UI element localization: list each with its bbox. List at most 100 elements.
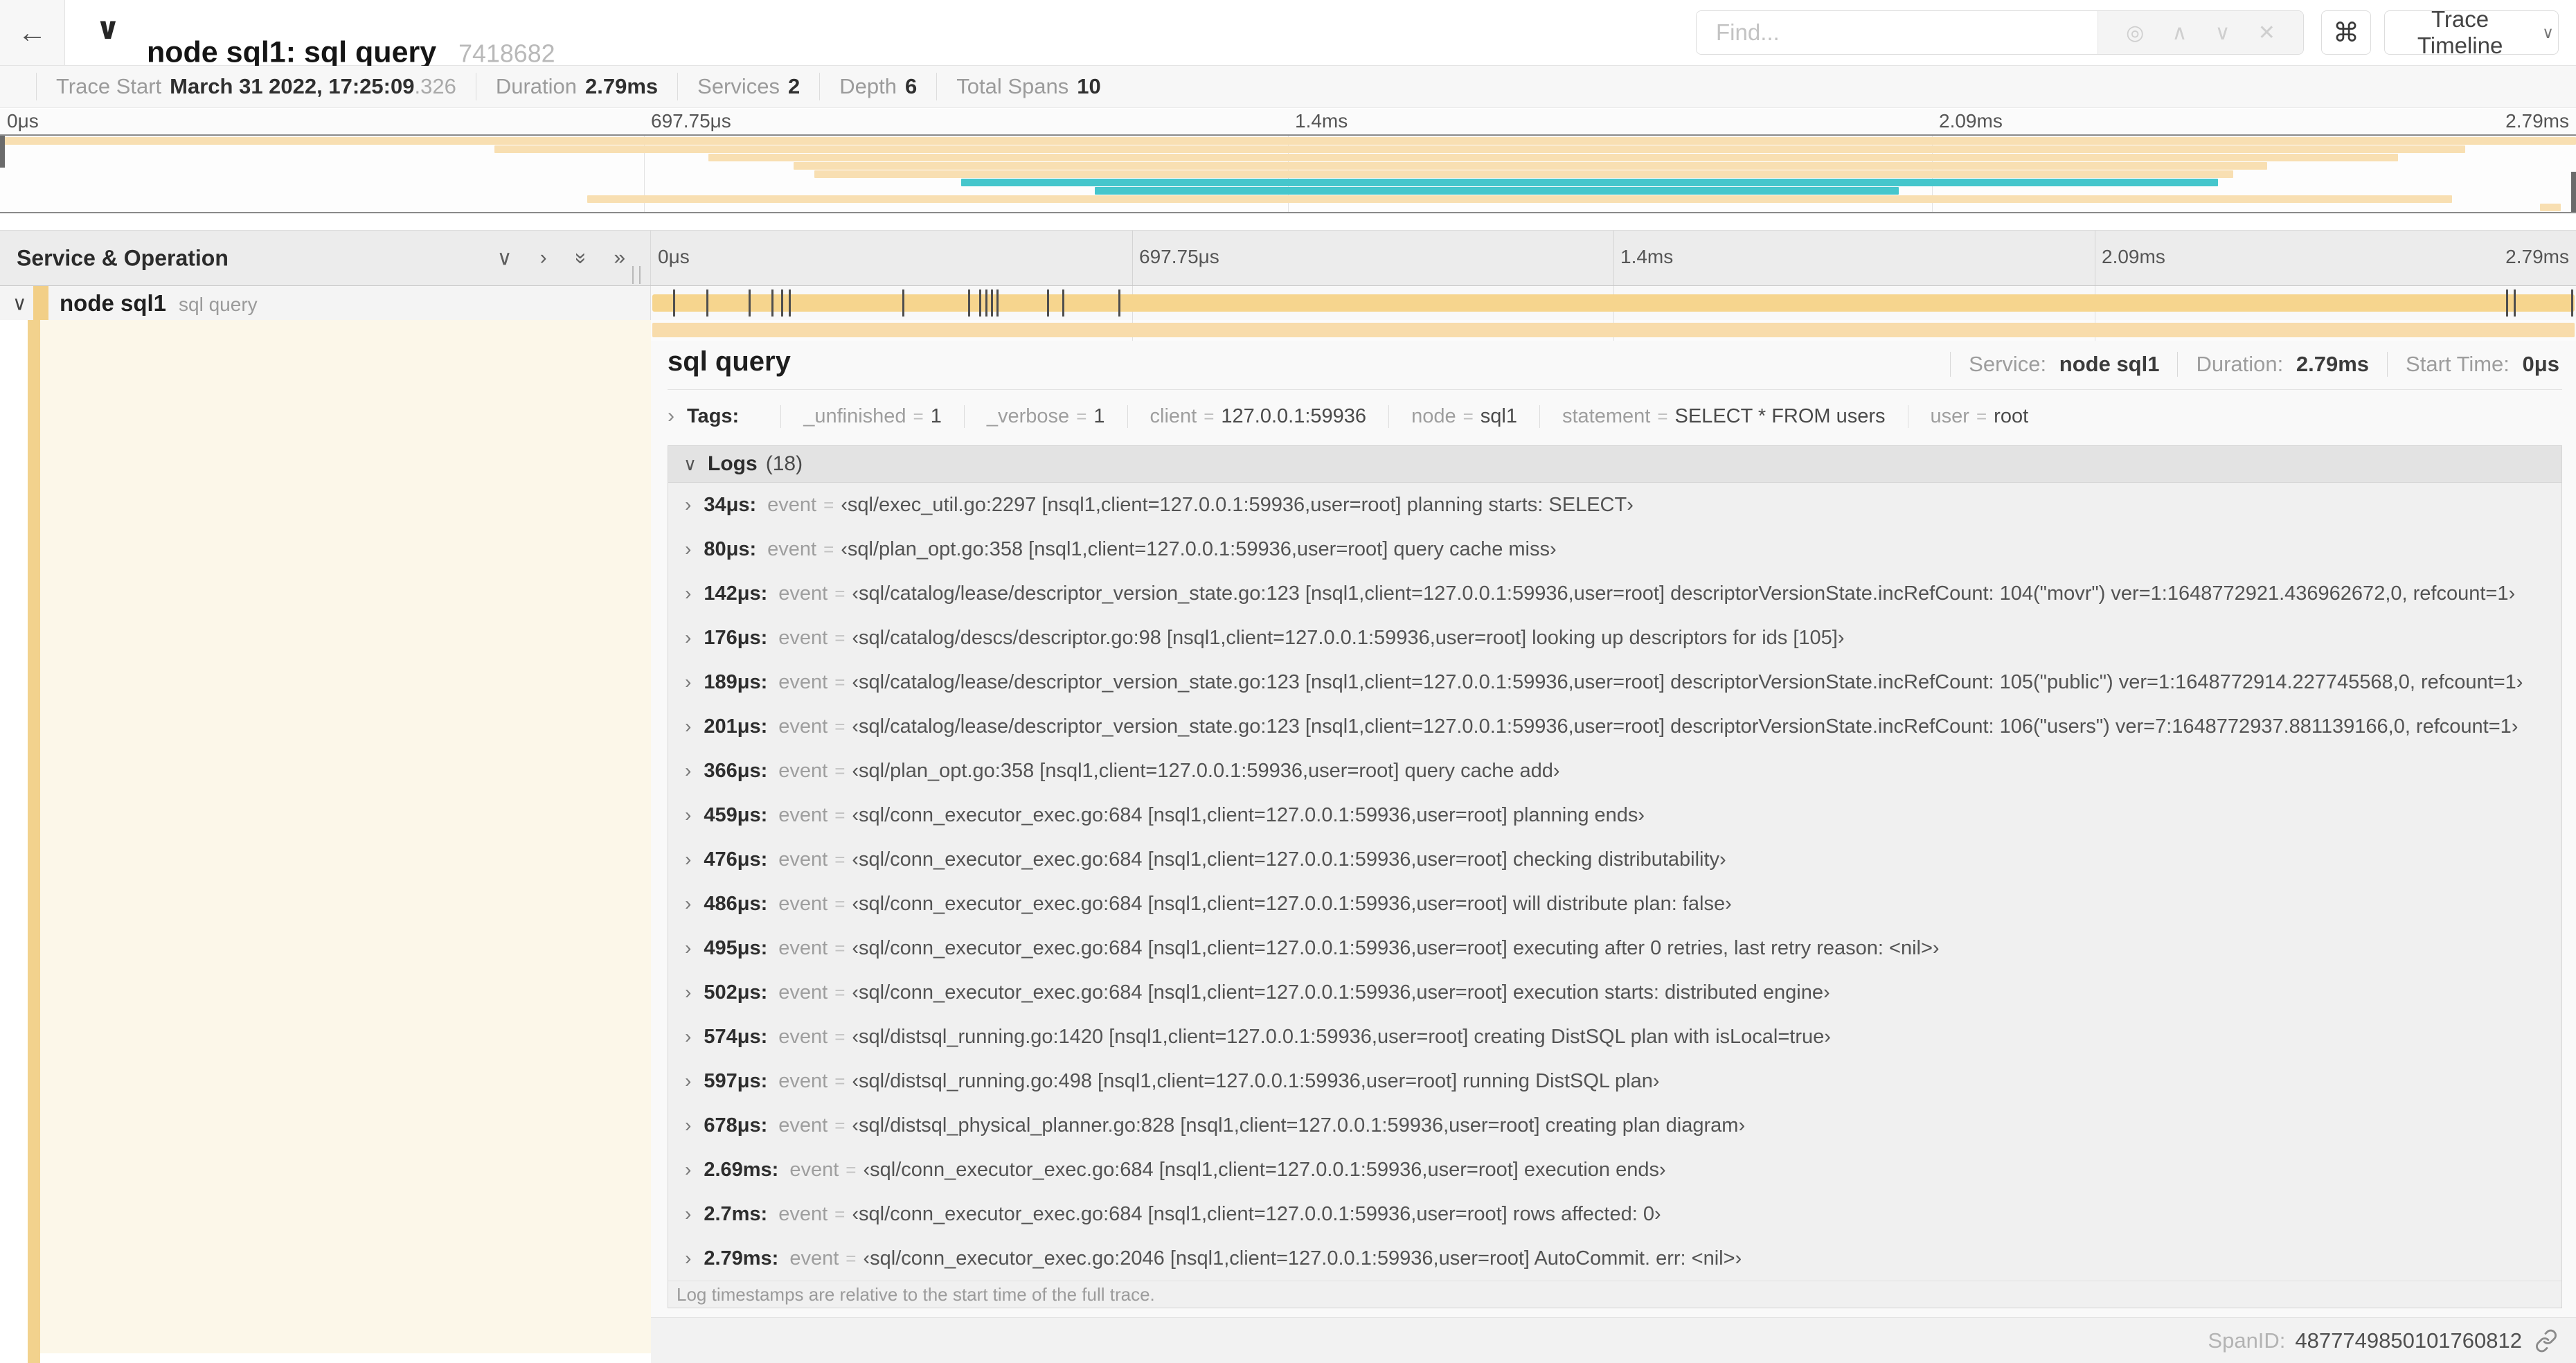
logs-header[interactable]: ∨ Logs (18) bbox=[668, 446, 2561, 483]
span-meta-item: Service: node sql1 bbox=[1950, 352, 2159, 377]
expand-all-icon[interactable]: » bbox=[614, 246, 625, 270]
service-operation-title: Service & Operation bbox=[17, 245, 229, 270]
equals-sign: = bbox=[823, 494, 834, 515]
next-match-icon[interactable]: ∨ bbox=[2215, 21, 2230, 45]
trace-title: node sql1: sql query bbox=[147, 35, 437, 69]
log-marker-tick bbox=[902, 289, 905, 317]
log-entry-row[interactable]: › 2.69ms: event = ‹sql/conn_executor_exe… bbox=[668, 1148, 2561, 1192]
find-tools: ◎ ∧ ∨ ✕ bbox=[2098, 11, 2303, 54]
tag-key: user bbox=[1930, 404, 1969, 427]
log-entry-row[interactable]: › 201μs: event = ‹sql/catalog/lease/desc… bbox=[668, 704, 2561, 749]
log-field-value: ‹sql/catalog/lease/descriptor_version_st… bbox=[852, 582, 2516, 605]
tag-key: client bbox=[1150, 404, 1197, 427]
tags-accordion[interactable]: › Tags: _unfinished = 1 _verbose = 1 cli… bbox=[668, 398, 2562, 434]
trace-collapse-toggle[interactable]: ∨ bbox=[96, 11, 120, 46]
collapse-all-icon[interactable]: » bbox=[568, 252, 592, 264]
log-entry-row[interactable]: › 459μs: event = ‹sql/conn_executor_exec… bbox=[668, 793, 2561, 837]
detail-left-column bbox=[0, 320, 651, 1363]
log-field-value: ‹sql/conn_executor_exec.go:684 [nsql1,cl… bbox=[852, 848, 1726, 871]
log-entry-row[interactable]: › 80μs: event = ‹sql/plan_opt.go:358 [ns… bbox=[668, 527, 2561, 571]
log-entry-row[interactable]: › 597μs: event = ‹sql/distsql_running.go… bbox=[668, 1059, 2561, 1103]
span-row-label[interactable]: ∨ node sql1 sql query bbox=[0, 286, 651, 320]
summary-value: 10 bbox=[1077, 74, 1101, 98]
summary-value: March 31 2022, 17:25:09 bbox=[170, 74, 415, 98]
chevron-right-icon: › bbox=[685, 538, 692, 560]
log-marker-tick bbox=[996, 289, 999, 317]
log-entry-row[interactable]: › 476μs: event = ‹sql/conn_executor_exec… bbox=[668, 837, 2561, 882]
equals-sign: = bbox=[1657, 405, 1668, 427]
minimap-tick-label: 2.09ms bbox=[1939, 110, 2003, 132]
view-selector-label: Trace Timeline bbox=[2417, 6, 2503, 58]
keyboard-shortcuts-button[interactable]: ⌘ bbox=[2321, 10, 2371, 55]
log-entry-row[interactable]: › 2.7ms: event = ‹sql/conn_executor_exec… bbox=[668, 1192, 2561, 1236]
equals-sign: = bbox=[834, 715, 846, 737]
equals-sign: = bbox=[834, 893, 846, 914]
log-timestamp: 201μs: bbox=[704, 715, 768, 738]
log-marker-tick bbox=[706, 289, 708, 317]
back-arrow-icon: ← bbox=[17, 16, 47, 48]
minimap-tick-label: 0μs bbox=[7, 110, 39, 132]
expand-one-icon[interactable]: › bbox=[540, 246, 547, 270]
log-entry-row[interactable]: › 574μs: event = ‹sql/distsql_running.go… bbox=[668, 1015, 2561, 1059]
log-timestamp: 142μs: bbox=[704, 582, 768, 605]
summary-label: Trace Start bbox=[56, 74, 162, 98]
equals-sign: = bbox=[834, 627, 846, 648]
trace-summary-item: Trace Start March 31 2022, 17:25:09 .326 bbox=[36, 73, 456, 100]
tag-key: node bbox=[1411, 404, 1456, 427]
link-icon[interactable] bbox=[2534, 1329, 2558, 1353]
log-entry-row[interactable]: › 495μs: event = ‹sql/conn_executor_exec… bbox=[668, 926, 2561, 970]
service-name: node sql1 bbox=[60, 289, 167, 316]
log-timestamp: 2.79ms: bbox=[704, 1247, 779, 1270]
log-entry-row[interactable]: › 678μs: event = ‹sql/distsql_physical_p… bbox=[668, 1103, 2561, 1148]
locate-icon[interactable]: ◎ bbox=[2126, 21, 2144, 45]
equals-sign: = bbox=[834, 804, 846, 826]
log-entry-row[interactable]: › 176μs: event = ‹sql/catalog/descs/desc… bbox=[668, 616, 2561, 660]
log-marker-tick bbox=[985, 289, 987, 317]
chevron-right-icon: › bbox=[685, 981, 692, 1003]
column-resize-grip[interactable] bbox=[632, 266, 641, 284]
log-entry-row[interactable]: › 502μs: event = ‹sql/conn_executor_exec… bbox=[668, 970, 2561, 1015]
log-field-key: event bbox=[778, 670, 828, 693]
detail-span-bar[interactable] bbox=[652, 323, 2575, 337]
ruler-tick-label: 697.75μs bbox=[1139, 246, 1219, 267]
chevron-right-icon: › bbox=[685, 671, 692, 693]
log-field-key: event bbox=[778, 981, 828, 1004]
prev-match-icon[interactable]: ∧ bbox=[2172, 21, 2187, 45]
log-entry-row[interactable]: › 366μs: event = ‹sql/plan_opt.go:358 [n… bbox=[668, 749, 2561, 793]
equals-sign: = bbox=[834, 582, 846, 604]
clear-search-icon[interactable]: ✕ bbox=[2258, 21, 2275, 45]
minimap-left-scrubber[interactable] bbox=[0, 136, 5, 168]
command-icon: ⌘ bbox=[2333, 18, 2359, 48]
logs-accordion: ∨ Logs (18) › 34μs: event = ‹sql/exec_ut… bbox=[668, 445, 2562, 1308]
chevron-right-icon: › bbox=[685, 848, 692, 870]
span-meta-item: Duration: 2.79ms bbox=[2177, 352, 2369, 377]
tags-list: _unfinished = 1 _verbose = 1 client = 12… bbox=[758, 404, 2028, 428]
minimap-canvas[interactable] bbox=[0, 134, 2576, 213]
chevron-right-icon: › bbox=[685, 804, 692, 826]
back-button[interactable]: ← bbox=[0, 0, 65, 65]
find-input[interactable] bbox=[1697, 11, 2098, 54]
trace-id: 7418682 bbox=[458, 39, 555, 68]
log-timestamp: 189μs: bbox=[704, 670, 768, 693]
log-entry-row[interactable]: › 2.79ms: event = ‹sql/conn_executor_exe… bbox=[668, 1236, 2561, 1281]
equals-sign: = bbox=[1463, 405, 1474, 427]
span-duration-bar[interactable] bbox=[652, 294, 2575, 312]
log-entry-row[interactable]: › 34μs: event = ‹sql/exec_util.go:2297 [… bbox=[668, 483, 2561, 527]
chevron-right-icon: › bbox=[668, 404, 674, 427]
log-entry-row[interactable]: › 189μs: event = ‹sql/catalog/lease/desc… bbox=[668, 660, 2561, 704]
log-timestamp: 2.69ms: bbox=[704, 1158, 779, 1181]
log-entry-row[interactable]: › 486μs: event = ‹sql/conn_executor_exec… bbox=[668, 882, 2561, 926]
span-operation-title: sql query bbox=[668, 346, 791, 377]
minimap-span-bar bbox=[587, 195, 2453, 203]
log-entry-row[interactable]: › 142μs: event = ‹sql/catalog/lease/desc… bbox=[668, 571, 2561, 616]
minimap-right-scrubber[interactable] bbox=[2571, 172, 2576, 212]
chevron-down-icon[interactable]: ∨ bbox=[12, 292, 27, 314]
collapse-one-icon[interactable]: ∨ bbox=[497, 246, 512, 270]
equals-sign: = bbox=[834, 760, 846, 781]
span-detail-panel: sql query Service: node sql1 Duration: 2… bbox=[651, 320, 2576, 1363]
span-row-timeline[interactable] bbox=[651, 286, 2576, 320]
trace-view-selector[interactable]: Trace Timeline ∨ bbox=[2384, 6, 2559, 58]
equals-sign: = bbox=[834, 671, 846, 693]
log-timestamp: 678μs: bbox=[704, 1114, 768, 1137]
chevron-right-icon: › bbox=[685, 1114, 692, 1136]
